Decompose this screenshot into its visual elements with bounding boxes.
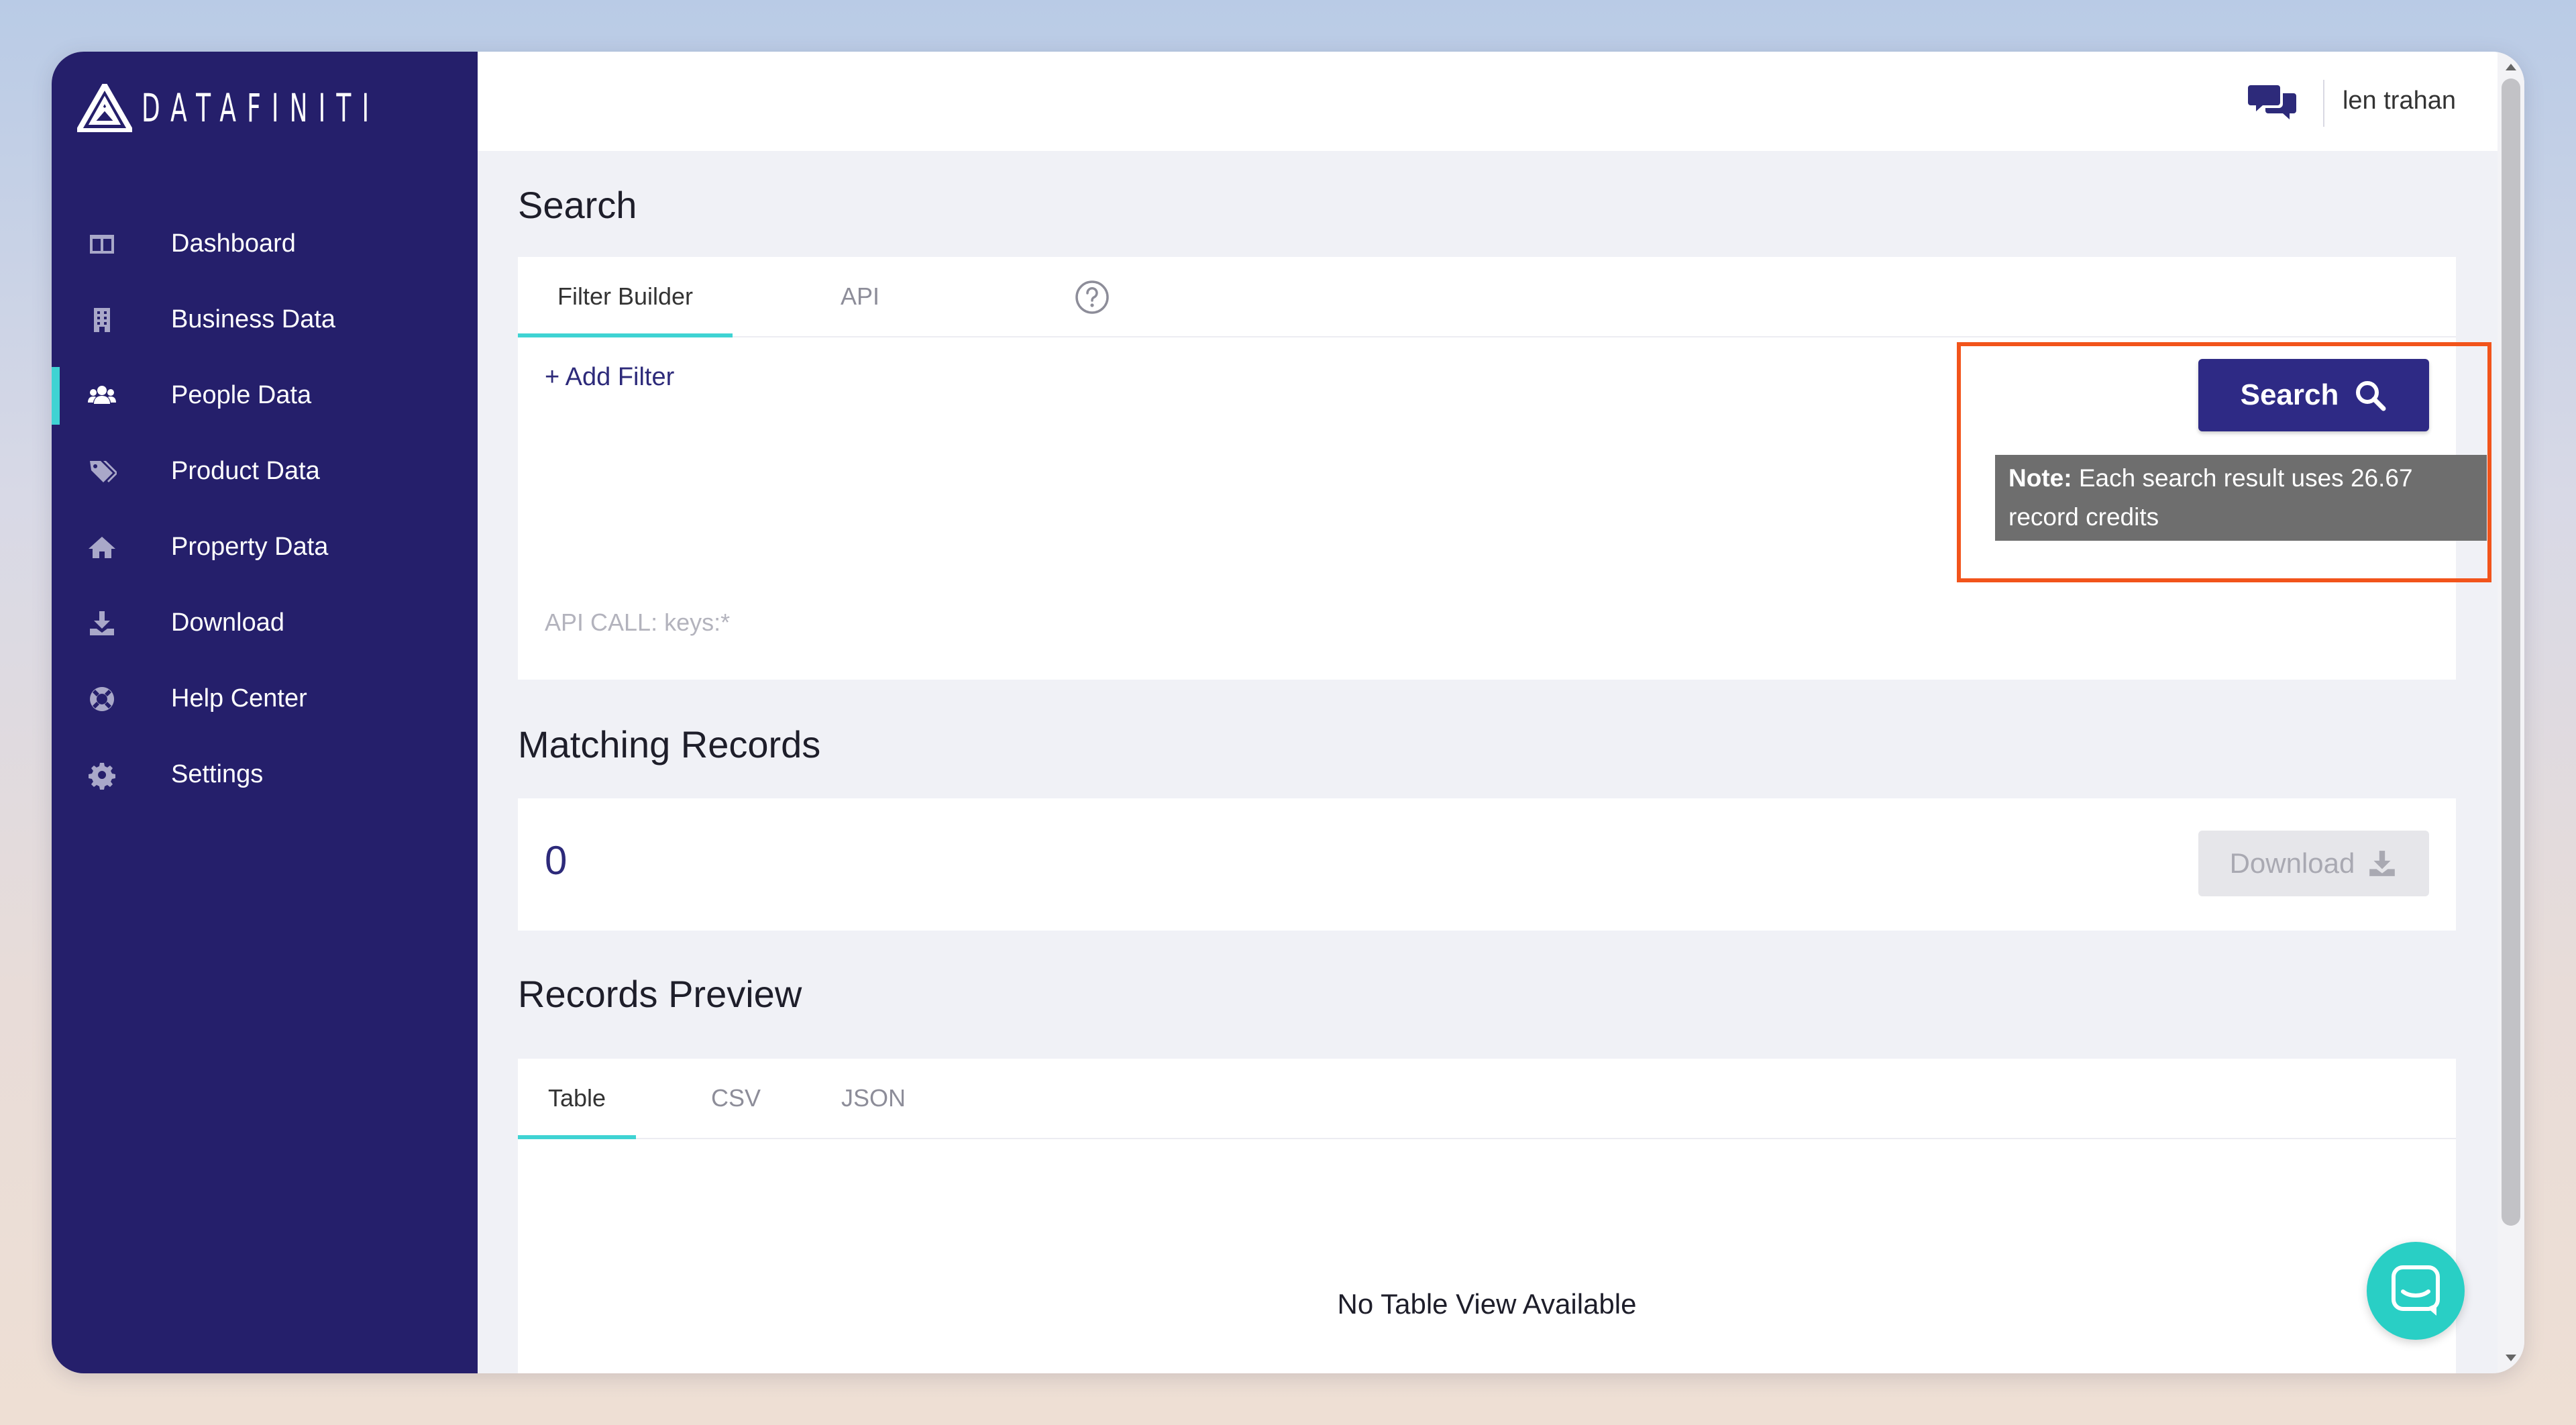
sidebar-item-settings[interactable]: Settings (52, 737, 478, 812)
topbar-divider (2323, 80, 2324, 127)
chat-launcher-button[interactable] (2367, 1242, 2465, 1340)
sidebar-nav: Dashboard Business Data People Data Prod… (52, 206, 478, 812)
matching-records-card: 0 Download (518, 798, 2456, 931)
records-preview-card: Table CSV JSON No Table View Available (518, 1059, 2456, 1373)
sidebar-item-label: Dashboard (171, 229, 296, 258)
search-button-label: Search (2240, 378, 2339, 411)
brand-name: DATAFINITI (142, 85, 380, 131)
empty-table-message: No Table View Available (1337, 1288, 1637, 1320)
page-scrollbar[interactable] (2498, 52, 2524, 1373)
preview-tabs: Table CSV JSON (518, 1059, 2456, 1139)
api-call-text: API CALL: keys:* (545, 609, 731, 636)
note-label: Note: (2008, 464, 2072, 492)
home-icon (85, 531, 119, 564)
sidebar: DATAFINITI Dashboard Business Data Peopl… (52, 52, 478, 1373)
chat-bubble-icon (2392, 1265, 2440, 1316)
sidebar-item-label: Settings (171, 760, 264, 788)
download-icon (85, 606, 119, 640)
tab-csv[interactable]: CSV (692, 1059, 780, 1138)
add-filter-link[interactable]: + Add Filter (545, 363, 674, 392)
datafiniti-logo-icon (77, 84, 132, 132)
tab-table[interactable]: Table (518, 1059, 636, 1139)
sidebar-item-property-data[interactable]: Property Data (52, 509, 478, 585)
sidebar-item-label: Product Data (171, 457, 320, 485)
scrollbar-thumb[interactable] (2502, 78, 2520, 1226)
tab-json[interactable]: JSON (826, 1059, 920, 1138)
scroll-up-arrow-icon[interactable] (2506, 64, 2516, 70)
search-section-title: Search (518, 184, 637, 226)
sidebar-item-label: Business Data (171, 305, 336, 333)
tab-api[interactable]: API (813, 257, 907, 336)
record-count: 0 (545, 838, 568, 883)
sidebar-item-download[interactable]: Download (52, 585, 478, 661)
tab-filter-builder[interactable]: Filter Builder (518, 257, 733, 337)
download-button[interactable]: Download (2198, 831, 2429, 896)
download-button-label: Download (2229, 847, 2355, 879)
sidebar-item-people-data[interactable]: People Data (52, 358, 478, 433)
app-window: DATAFINITI Dashboard Business Data Peopl… (52, 52, 2524, 1373)
search-tabs: Filter Builder API (518, 257, 2456, 337)
sidebar-item-label: Help Center (171, 684, 307, 712)
sidebar-item-dashboard[interactable]: Dashboard (52, 206, 478, 282)
gear-icon (85, 758, 119, 792)
credit-note-tooltip: Note: Each search result uses 26.67 reco… (1995, 455, 2487, 541)
user-menu[interactable]: len trahan (2343, 87, 2456, 115)
matching-records-title: Matching Records (518, 723, 821, 766)
dashboard-icon (85, 227, 119, 261)
sidebar-item-label: People Data (171, 381, 312, 409)
lifebuoy-icon (85, 682, 119, 716)
sidebar-item-label: Download (171, 609, 284, 637)
sidebar-item-product-data[interactable]: Product Data (52, 433, 478, 509)
sidebar-item-help-center[interactable]: Help Center (52, 661, 478, 737)
download-icon (2369, 851, 2396, 876)
users-icon (85, 379, 119, 413)
scroll-down-arrow-icon[interactable] (2506, 1355, 2516, 1361)
search-card: Filter Builder API + Add Filter Search N… (518, 257, 2487, 680)
top-bar: len trahan (478, 52, 2498, 151)
main-content: len trahan Search Filter Builder API + A… (478, 52, 2498, 1373)
tags-icon (85, 455, 119, 488)
sidebar-item-business-data[interactable]: Business Data (52, 282, 478, 358)
search-icon (2356, 381, 2386, 411)
search-button[interactable]: Search (2198, 359, 2429, 431)
records-preview-title: Records Preview (518, 973, 802, 1015)
brand-logo[interactable]: DATAFINITI (77, 81, 526, 135)
building-icon (85, 303, 119, 337)
sidebar-item-label: Property Data (171, 533, 329, 561)
chat-icon[interactable] (2248, 83, 2296, 124)
help-icon[interactable] (1075, 280, 1110, 315)
